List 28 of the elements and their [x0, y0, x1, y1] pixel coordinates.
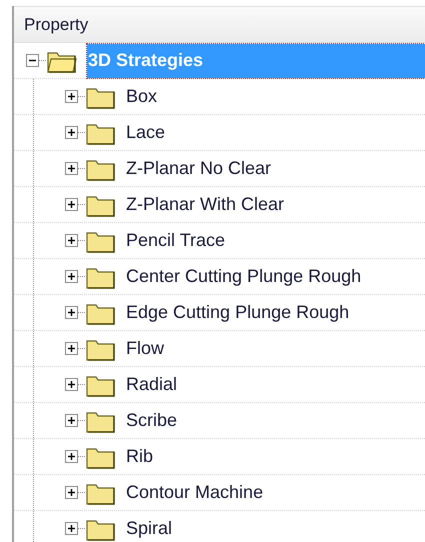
tree-item-label[interactable]: Z-Planar With Clear [126, 188, 284, 222]
expand-icon[interactable] [65, 270, 78, 283]
expand-icon[interactable] [65, 342, 78, 355]
expand-icon[interactable] [65, 90, 78, 103]
tree-item-label[interactable]: Z-Planar No Clear [126, 152, 272, 186]
tree-item-label[interactable]: Box [126, 80, 158, 114]
expand-icon[interactable] [65, 414, 78, 427]
tree-item-label[interactable]: Scribe [126, 404, 178, 438]
expand-icon[interactable] [65, 306, 78, 319]
tree-item-label[interactable]: Contour Machine [126, 476, 264, 510]
expand-icon[interactable] [65, 522, 78, 535]
tree-item-label[interactable]: Flow [126, 332, 164, 366]
expand-icon[interactable] [65, 126, 78, 139]
expand-icon[interactable] [65, 234, 78, 247]
expand-icon[interactable] [65, 450, 78, 463]
collapse-icon[interactable] [26, 54, 39, 67]
tree-item-label[interactable]: Center Cutting Plunge Rough [126, 260, 362, 294]
expand-icon[interactable] [65, 378, 78, 391]
tree-item-label[interactable]: Lace [126, 116, 166, 150]
tree-item-label[interactable]: Spiral [126, 512, 172, 542]
expand-icon[interactable] [65, 198, 78, 211]
expand-icon[interactable] [65, 486, 78, 499]
expand-icon[interactable] [65, 162, 78, 175]
tree-item-label[interactable]: Edge Cutting Plunge Rough [126, 296, 350, 330]
column-header[interactable]: Property [14, 6, 425, 43]
tree-item-label[interactable]: Radial [126, 368, 178, 402]
tree-item-label[interactable]: Pencil Trace [126, 224, 226, 258]
tree-item-label[interactable]: Rib [126, 440, 154, 474]
